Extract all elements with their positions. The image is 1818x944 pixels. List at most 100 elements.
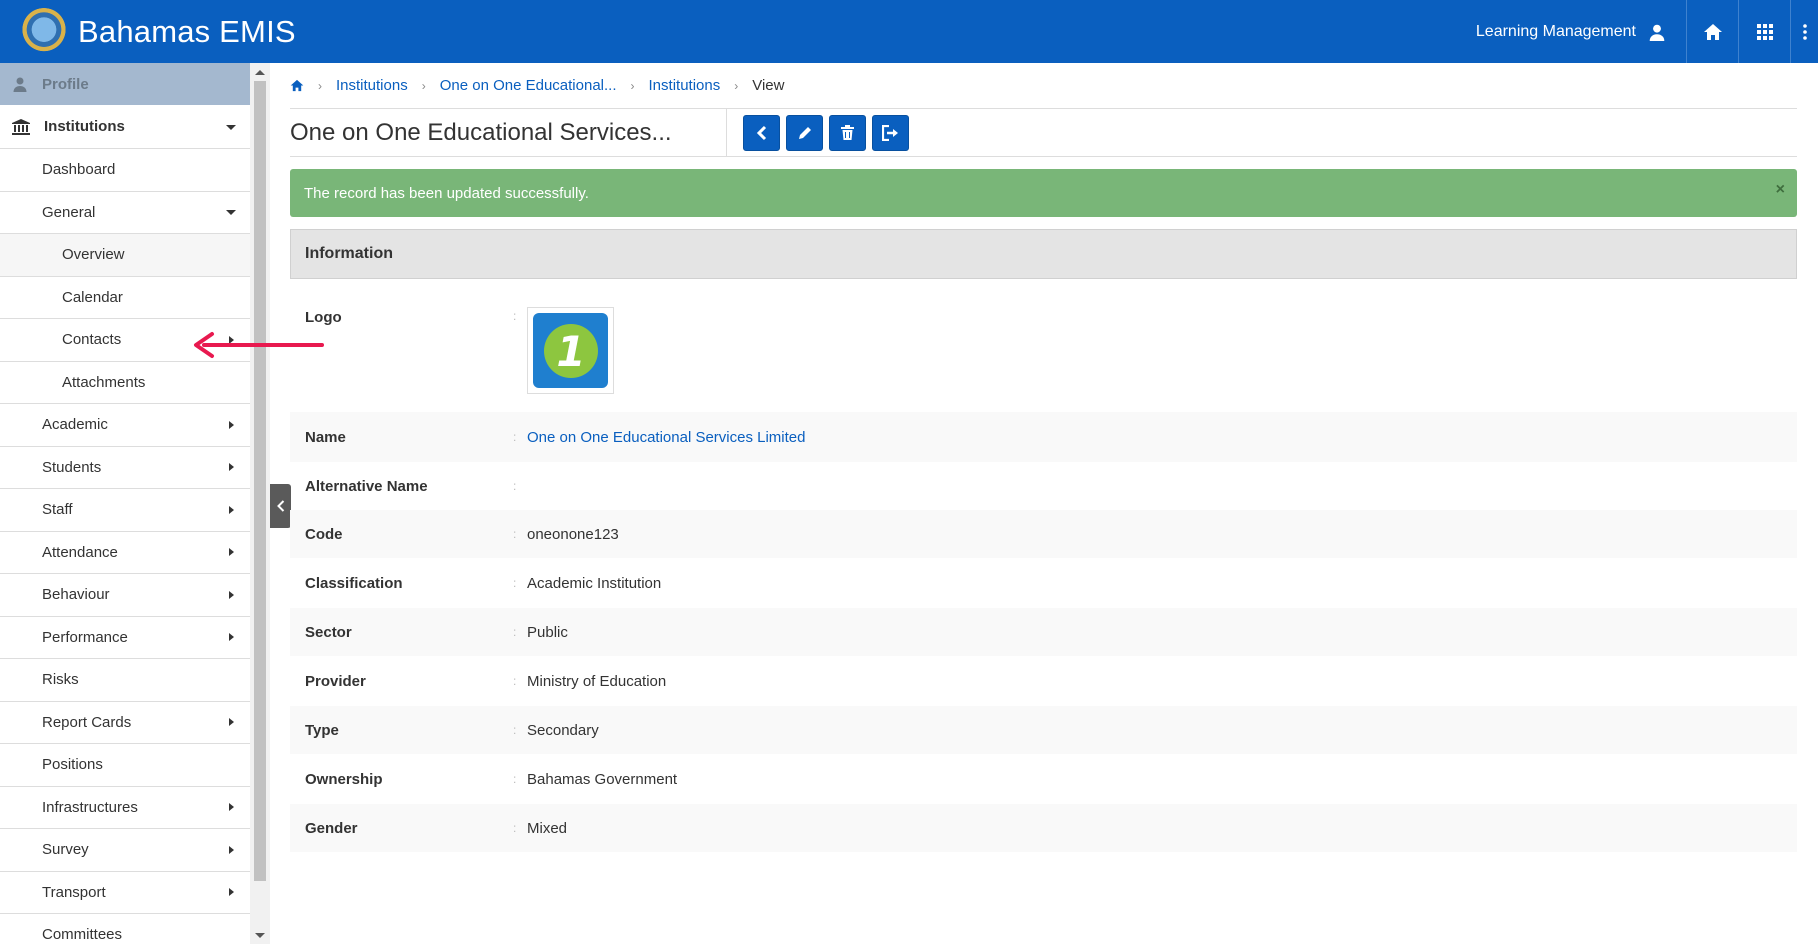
chevron-down-icon: [226, 210, 236, 216]
field-label: Gender: [305, 819, 358, 837]
export-button[interactable]: [872, 114, 909, 151]
breadcrumb: › Institutions › One on One Educational.…: [290, 63, 1797, 109]
sidebar-item-committees[interactable]: Committees: [0, 914, 250, 944]
breadcrumb-current: View: [752, 77, 785, 94]
field-colon: :: [513, 527, 517, 541]
field-colon: :: [513, 772, 517, 786]
sidebar-item-staff[interactable]: Staff: [0, 489, 250, 532]
field-value-link[interactable]: One on One Educational Services Limited: [527, 429, 806, 446]
section-header: Information: [290, 229, 1797, 279]
sidebar-item-label: Students: [42, 458, 102, 476]
sidebar-section-label: Institutions: [44, 118, 125, 135]
chevron-right-icon: [229, 548, 234, 557]
breadcrumb-link[interactable]: One on One Educational...: [440, 77, 617, 94]
field-label: Type: [305, 721, 339, 739]
field-row-code: Code : oneonone123: [290, 510, 1797, 558]
title-bar: One on One Educational Services...: [290, 109, 1797, 157]
more-button[interactable]: [1790, 0, 1818, 63]
sidebar-scrollbar[interactable]: [250, 63, 270, 944]
sidebar-item-label: Infrastructures: [42, 798, 138, 816]
logo-image: 1: [533, 313, 608, 388]
home-button[interactable]: [1686, 0, 1738, 63]
sidebar-item-students[interactable]: Students: [0, 447, 250, 489]
sidebar-item-institutions[interactable]: Institutions: [0, 105, 250, 149]
apps-button[interactable]: [1738, 0, 1790, 63]
home-icon[interactable]: [290, 79, 304, 92]
field-value: Bahamas Government: [527, 770, 678, 788]
sidebar-item-label: Performance: [42, 628, 128, 646]
sidebar-item-general[interactable]: General: [0, 192, 250, 234]
sidebar-profile-label: Profile: [42, 75, 89, 93]
sidebar-item-overview[interactable]: Overview: [0, 234, 250, 277]
sidebar-item-transport[interactable]: Transport: [0, 872, 250, 914]
sidebar-item-label: Attachments: [62, 373, 146, 391]
scroll-up-icon[interactable]: [255, 70, 265, 75]
sidebar-item-performance[interactable]: Performance: [0, 617, 250, 659]
chevron-right-icon: [229, 633, 234, 642]
sidebar-item-label: Committees: [42, 926, 123, 944]
sidebar-item-label: Staff: [42, 501, 73, 519]
sidebar-item-attendance[interactable]: Attendance: [0, 532, 250, 574]
breadcrumb-separator-icon: ›: [630, 78, 635, 93]
close-icon[interactable]: ×: [1776, 181, 1785, 199]
breadcrumb-separator-icon: ›: [318, 78, 322, 93]
sidebar-item-report-cards[interactable]: Report Cards: [0, 702, 250, 744]
sidebar-item-dashboard[interactable]: Dashboard: [0, 149, 250, 192]
breadcrumb-link[interactable]: Institutions: [649, 77, 721, 94]
breadcrumb-separator-icon: ›: [734, 78, 739, 93]
back-button[interactable]: [743, 114, 780, 151]
field-colon: :: [513, 625, 517, 639]
sidebar-item-label: Overview: [62, 246, 125, 264]
scroll-thumb[interactable]: [254, 81, 266, 881]
chevron-right-icon: [229, 590, 234, 599]
sidebar-item-behaviour[interactable]: Behaviour: [0, 574, 250, 617]
field-colon: :: [513, 576, 517, 590]
field-colon: :: [513, 723, 517, 737]
field-label: Code: [305, 525, 343, 543]
sidebar-item-risks[interactable]: Risks: [0, 659, 250, 702]
sidebar-profile[interactable]: Profile: [0, 63, 250, 105]
field-row-type: Type : Secondary: [290, 706, 1797, 754]
sidebar: Profile Institutions Dashboard General O…: [0, 63, 250, 944]
field-colon: :: [513, 430, 517, 444]
field-label: Alternative Name: [305, 477, 428, 495]
delete-button[interactable]: [829, 114, 866, 151]
breadcrumb-separator-icon: ›: [421, 78, 426, 93]
field-value: Academic Institution: [527, 574, 662, 592]
edit-button[interactable]: [786, 114, 823, 151]
sidebar-item-label: Risks: [42, 671, 79, 689]
field-label: Sector: [305, 623, 352, 641]
sidebar-item-academic[interactable]: Academic: [0, 404, 250, 447]
brand[interactable]: Bahamas EMIS: [20, 8, 296, 56]
sidebar-item-label: Calendar: [62, 288, 123, 306]
field-value: Ministry of Education: [527, 672, 667, 690]
more-vert-icon: [1802, 23, 1807, 40]
emis-logo-icon: [20, 8, 68, 56]
sidebar-collapse-button[interactable]: [270, 484, 291, 528]
sidebar-item-positions[interactable]: Positions: [0, 744, 250, 787]
field-colon: :: [513, 821, 517, 835]
chevron-right-icon: [229, 420, 234, 429]
field-value: oneonone123: [527, 525, 619, 543]
scroll-down-icon[interactable]: [255, 933, 265, 938]
sidebar-item-attachments[interactable]: Attachments: [0, 362, 250, 404]
field-colon: :: [513, 309, 517, 323]
chevron-left-icon: [276, 500, 284, 512]
field-value: Public: [527, 623, 568, 641]
top-right-controls: Learning Management: [1476, 0, 1818, 63]
institution-icon: [12, 118, 30, 135]
sidebar-item-calendar[interactable]: Calendar: [0, 277, 250, 319]
chevron-right-icon: [229, 888, 234, 897]
field-value: Mixed: [527, 819, 568, 837]
sidebar-item-survey[interactable]: Survey: [0, 829, 250, 872]
sidebar-item-label: Transport: [42, 883, 106, 901]
sidebar-item-infrastructures[interactable]: Infrastructures: [0, 787, 250, 829]
export-icon: [881, 124, 898, 141]
field-row-logo: Logo : 1: [290, 279, 1797, 412]
user-menu[interactable]: Learning Management: [1476, 0, 1686, 63]
profile-icon: [13, 77, 27, 92]
breadcrumb-link[interactable]: Institutions: [336, 77, 408, 94]
field-label: Ownership: [305, 770, 383, 788]
sidebar-item-label: Contacts: [62, 331, 122, 349]
field-row-ownership: Ownership : Bahamas Government: [290, 754, 1797, 804]
